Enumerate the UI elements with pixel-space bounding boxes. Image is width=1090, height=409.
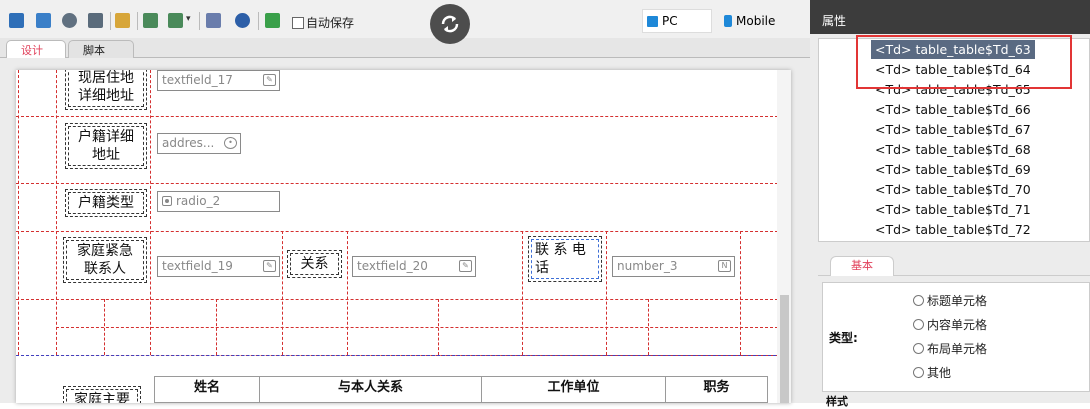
type-option-other[interactable]: 其他	[913, 364, 951, 381]
tab-script[interactable]: 脚本	[68, 40, 134, 58]
toolbar: ▾ 自动保存 PC Mobile	[0, 0, 810, 38]
designer-panel: ▾ 自动保存 PC Mobile 设计 脚本 现居住地 详细地址 textfie…	[0, 0, 810, 403]
type-option-title[interactable]: 标题单元格	[913, 292, 987, 309]
export-icon[interactable]	[168, 13, 183, 28]
household-address-label[interactable]: 户籍详细 地址	[65, 123, 147, 169]
textfield-17[interactable]: textfield_17 ✎	[157, 70, 280, 91]
phone-label[interactable]: 联 系 电话	[528, 236, 602, 282]
tree-item[interactable]: <Td> table_table$Td_71	[871, 200, 1035, 219]
mobile-view-button[interactable]: Mobile	[720, 9, 800, 33]
property-tabs: 基本	[818, 254, 1090, 276]
editor-tabs: 设计 脚本	[0, 38, 810, 58]
label-text: 现居住地	[78, 70, 134, 86]
radio-icon	[913, 319, 924, 330]
green-block-icon[interactable]	[265, 13, 280, 28]
edit-icon: ✎	[263, 260, 276, 272]
label-text: 联系人	[84, 261, 126, 277]
map-pin-icon: •	[224, 137, 237, 149]
tree-item[interactable]: <Td> table_table$Td_68	[871, 140, 1035, 159]
header-position: 职务	[665, 376, 768, 403]
edit-icon: ✎	[263, 74, 276, 86]
label-text: 详细地址	[78, 88, 134, 104]
current-address-label[interactable]: 现居住地 详细地址	[65, 70, 147, 110]
type-option-layout[interactable]: 布局单元格	[913, 340, 987, 357]
address-field[interactable]: addres... •	[157, 133, 241, 154]
phone-icon	[724, 15, 732, 27]
household-type-label[interactable]: 户籍类型	[65, 189, 147, 217]
print-icon[interactable]	[88, 13, 103, 28]
edit-icon: ✎	[459, 260, 472, 272]
label-text: 话	[535, 260, 549, 276]
monitor-icon	[647, 15, 658, 27]
header-relation: 与本人关系	[259, 376, 482, 403]
chevron-down-icon[interactable]: ▾	[186, 14, 191, 24]
tree-item[interactable]: <Td> table_table$Td_66	[871, 100, 1035, 119]
tree-item[interactable]: <Td> table_table$Td_70	[871, 180, 1035, 199]
label-text: 地址	[92, 147, 120, 163]
highlight-annotation	[856, 35, 1072, 89]
refresh-icon	[441, 15, 459, 33]
relation-label[interactable]: 关系	[287, 250, 342, 278]
label-text: 家庭紧急	[77, 243, 133, 259]
emergency-contact-label[interactable]: 家庭紧急 联系人	[63, 237, 147, 283]
radio-icon	[913, 295, 924, 306]
autosave-checkbox[interactable]: 自动保存	[292, 14, 354, 31]
header-employer: 工作单位	[481, 376, 666, 403]
tree-item[interactable]: <Td> table_table$Td_72	[871, 220, 1035, 239]
new-icon[interactable]	[9, 13, 24, 28]
style-label: 样式	[826, 395, 848, 408]
textfield-19[interactable]: textfield_19 ✎	[157, 256, 280, 277]
preview-eye-icon[interactable]	[62, 13, 77, 28]
textfield-20[interactable]: textfield_20 ✎	[352, 256, 476, 277]
scrollbar-thumb[interactable]	[780, 295, 789, 403]
form-canvas: 现居住地详细地址 textfield_17 ✎ 户籍详细地址 addres... •…	[16, 70, 791, 403]
help-icon[interactable]	[235, 13, 250, 28]
label-text: 联 系 电	[535, 242, 586, 258]
number-icon: N	[718, 260, 731, 272]
number-3-field[interactable]: number_3 N	[612, 256, 735, 277]
tree-item[interactable]: <Td> table_table$Td_67	[871, 120, 1035, 139]
tab-basic[interactable]: 基本	[830, 256, 894, 276]
header-name: 姓名	[154, 376, 260, 403]
type-label: 类型:	[829, 331, 858, 345]
family-members-label[interactable]: 家庭主要	[63, 386, 141, 403]
tree-item[interactable]: <Td> table_table$Td_69	[871, 160, 1035, 179]
radio-icon	[913, 367, 924, 378]
pc-view-button[interactable]: PC	[642, 9, 712, 33]
import-icon[interactable]	[143, 13, 158, 28]
wand-icon[interactable]	[115, 13, 130, 28]
list-icon[interactable]	[206, 13, 221, 28]
label-text: 户籍详细	[78, 129, 134, 145]
radio-icon	[913, 343, 924, 354]
properties-title: 属性	[810, 0, 1090, 34]
save-icon[interactable]	[36, 13, 51, 28]
cell-type-group: 类型: 标题单元格 内容单元格 布局单元格 其他	[822, 282, 1090, 392]
type-option-content[interactable]: 内容单元格	[913, 316, 987, 333]
tab-design[interactable]: 设计	[6, 40, 66, 58]
radio-icon	[162, 196, 172, 206]
refresh-button[interactable]	[430, 4, 470, 44]
radio-2-field[interactable]: radio_2	[157, 191, 280, 212]
